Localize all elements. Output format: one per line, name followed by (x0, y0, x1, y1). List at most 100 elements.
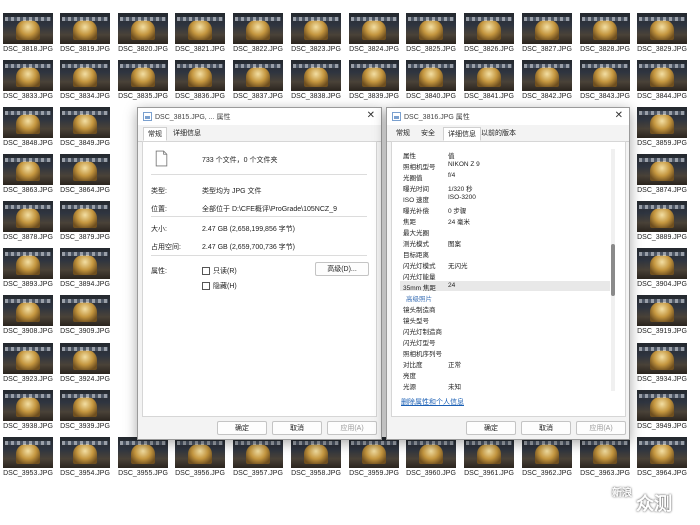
file-thumbnail[interactable]: DSC_3904.JPG (634, 245, 690, 292)
file-thumbnail[interactable]: DSC_3894.JPG (57, 245, 113, 292)
file-thumbnail[interactable]: DSC_3953.JPG (0, 434, 56, 481)
file-thumbnail[interactable]: DSC_3848.JPG (0, 104, 56, 151)
file-thumbnail[interactable]: DSC_3843.JPG (577, 57, 633, 104)
details-row[interactable]: 最大光圈 (400, 226, 610, 237)
file-thumbnail[interactable]: DSC_3889.JPG (634, 198, 690, 245)
tab-details[interactable]: 详细信息 (443, 127, 481, 141)
file-thumbnail[interactable]: DSC_3842.JPG (519, 57, 575, 104)
file-thumbnail[interactable]: DSC_3934.JPG (634, 340, 690, 387)
file-thumbnail[interactable]: DSC_3825.JPG (403, 10, 459, 57)
file-thumbnail[interactable]: DSC_3938.JPG (0, 387, 56, 434)
file-thumbnail[interactable]: DSC_3879.JPG (57, 198, 113, 245)
file-thumbnail[interactable]: DSC_3827.JPG (519, 10, 575, 57)
details-row[interactable]: 光源 未知 (400, 380, 610, 391)
file-thumbnail[interactable]: DSC_3834.JPG (57, 57, 113, 104)
scrollbar-thumb[interactable] (611, 244, 615, 296)
apply-button[interactable]: 应用(A) (576, 421, 626, 435)
file-thumbnail[interactable]: DSC_3878.JPG (0, 198, 56, 245)
file-thumbnail[interactable]: DSC_3954.JPG (57, 434, 113, 481)
tab-general[interactable]: 常规 (392, 127, 414, 141)
file-thumbnail[interactable]: DSC_3836.JPG (172, 57, 228, 104)
file-thumbnail[interactable]: DSC_3833.JPG (0, 57, 56, 104)
file-thumbnail[interactable]: DSC_3874.JPG (634, 151, 690, 198)
file-thumbnail[interactable]: DSC_3840.JPG (403, 57, 459, 104)
file-thumbnail[interactable]: DSC_3820.JPG (115, 10, 171, 57)
details-row[interactable]: 对比度 正常 (400, 358, 610, 369)
file-thumbnail[interactable]: DSC_3822.JPG (230, 10, 286, 57)
file-thumbnail[interactable]: DSC_3864.JPG (57, 151, 113, 198)
details-row[interactable]: 闪光灯制造商 (400, 325, 610, 336)
remove-properties-link[interactable]: 删除属性和个人信息 (401, 397, 464, 407)
tab-details[interactable]: 详细信息 (169, 127, 205, 141)
cancel-button[interactable]: 取消 (272, 421, 322, 435)
file-thumbnail[interactable]: DSC_3908.JPG (0, 292, 56, 339)
close-icon[interactable]: ✕ (615, 110, 623, 121)
file-thumbnail[interactable]: DSC_3893.JPG (0, 245, 56, 292)
details-row[interactable]: 35mm 焦距 24 (400, 281, 610, 292)
details-row[interactable]: 亮度 (400, 369, 610, 380)
file-thumbnail[interactable]: DSC_3829.JPG (634, 10, 690, 57)
details-row[interactable]: 照相机型号 NIKON Z 9 (400, 160, 610, 171)
file-thumbnail[interactable]: DSC_3962.JPG (519, 434, 575, 481)
file-thumbnail[interactable]: DSC_3859.JPG (634, 104, 690, 151)
file-thumbnail[interactable]: DSC_3959.JPG (346, 434, 402, 481)
details-header-row[interactable]: 属性 值 (400, 149, 610, 160)
scrollbar[interactable] (611, 149, 615, 391)
details-row[interactable]: 闪光灯能量 (400, 270, 610, 281)
dialog-titlebar[interactable]: DSC_3815.JPG, ... 属性 ✕ (138, 108, 381, 125)
file-thumbnail[interactable]: DSC_3960.JPG (403, 434, 459, 481)
details-row[interactable]: 目标距离 (400, 248, 610, 259)
file-thumbnail[interactable]: DSC_3909.JPG (57, 292, 113, 339)
file-thumbnail[interactable]: DSC_3819.JPG (57, 10, 113, 57)
hidden-checkbox[interactable] (202, 282, 210, 290)
tab-security[interactable]: 安全 (417, 127, 439, 141)
details-row[interactable]: 光圈值 f/4 (400, 171, 610, 182)
file-thumbnail[interactable]: DSC_3956.JPG (172, 434, 228, 481)
file-thumbnail[interactable]: DSC_3949.JPG (634, 387, 690, 434)
details-row[interactable]: 曝光时间 1/320 秒 (400, 182, 610, 193)
file-thumbnail[interactable]: DSC_3923.JPG (0, 340, 56, 387)
details-row[interactable]: 测光模式 图案 (400, 237, 610, 248)
file-thumbnail[interactable]: DSC_3849.JPG (57, 104, 113, 151)
file-thumbnail[interactable]: DSC_3955.JPG (115, 434, 171, 481)
details-section-heading[interactable]: 高级照片 (400, 292, 610, 303)
file-thumbnail[interactable]: DSC_3826.JPG (461, 10, 517, 57)
file-thumbnail[interactable]: DSC_3844.JPG (634, 57, 690, 104)
file-thumbnail[interactable]: DSC_3828.JPG (577, 10, 633, 57)
tab-general[interactable]: 常规 (143, 127, 167, 141)
dialog-titlebar[interactable]: DSC_3816.JPG 属性 ✕ (387, 108, 629, 125)
tab-previous-versions[interactable]: 以前的版本 (477, 127, 520, 141)
file-thumbnail[interactable]: DSC_3957.JPG (230, 434, 286, 481)
hidden-label[interactable]: 隐藏(H) (213, 281, 237, 291)
file-thumbnail[interactable]: DSC_3838.JPG (288, 57, 344, 104)
file-thumbnail[interactable]: DSC_3863.JPG (0, 151, 56, 198)
file-thumbnail[interactable]: DSC_3823.JPG (288, 10, 344, 57)
file-thumbnail[interactable]: DSC_3939.JPG (57, 387, 113, 434)
file-thumbnail[interactable]: DSC_3958.JPG (288, 434, 344, 481)
ok-button[interactable]: 确定 (466, 421, 516, 435)
file-thumbnail[interactable]: DSC_3964.JPG (634, 434, 690, 481)
ok-button[interactable]: 确定 (217, 421, 267, 435)
advanced-button[interactable]: 高级(D)... (315, 262, 369, 276)
cancel-button[interactable]: 取消 (521, 421, 571, 435)
readonly-label[interactable]: 只读(R) (213, 266, 237, 276)
details-row[interactable]: 照相机序列号 (400, 347, 610, 358)
apply-button[interactable]: 应用(A) (327, 421, 377, 435)
file-thumbnail[interactable]: DSC_3837.JPG (230, 57, 286, 104)
file-thumbnail[interactable]: DSC_3963.JPG (577, 434, 633, 481)
file-thumbnail[interactable]: DSC_3821.JPG (172, 10, 228, 57)
details-row[interactable]: 镜头型号 (400, 314, 610, 325)
details-row[interactable]: 闪光灯型号 (400, 336, 610, 347)
details-row[interactable]: 闪光灯模式 无闪光 (400, 259, 610, 270)
file-thumbnail[interactable]: DSC_3961.JPG (461, 434, 517, 481)
file-thumbnail[interactable]: DSC_3924.JPG (57, 340, 113, 387)
file-thumbnail[interactable]: DSC_3835.JPG (115, 57, 171, 104)
file-thumbnail[interactable]: DSC_3919.JPG (634, 292, 690, 339)
details-row[interactable]: 曝光补偿 0 步骤 (400, 204, 610, 215)
details-list[interactable]: 属性值照相机型号 NIKON Z 9 光圈值 f/4 曝光时间 1/320 秒 ISO 速度… (400, 149, 612, 391)
readonly-checkbox[interactable] (202, 267, 210, 275)
details-row[interactable]: ISO 速度 ISO-3200 (400, 193, 610, 204)
file-thumbnail[interactable]: DSC_3818.JPG (0, 10, 56, 57)
details-row[interactable]: 镜头制造商 (400, 303, 610, 314)
file-thumbnail[interactable]: DSC_3824.JPG (346, 10, 402, 57)
